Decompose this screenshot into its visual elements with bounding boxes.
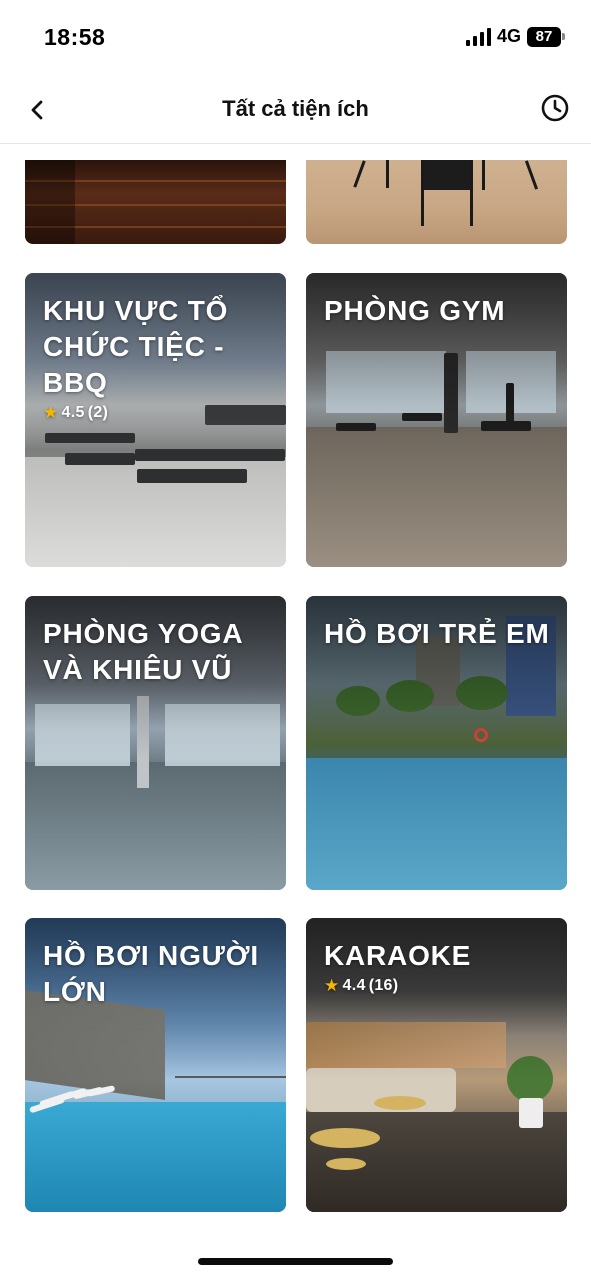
- amenity-card-kids-pool[interactable]: HỒ BƠI TRẺ EM: [306, 596, 567, 890]
- amenity-title-text: KHU VỰC TỔ CHỨC TIỆC - BBQ: [43, 295, 229, 398]
- review-count: (16): [368, 977, 399, 994]
- rating-value: 4.5: [61, 404, 85, 421]
- amenity-title: KHU VỰC TỔ CHỨC TIỆC - BBQ ★ 4.5 (2): [43, 293, 272, 423]
- amenity-title-text: HỒ BƠI TRẺ EM: [324, 618, 550, 649]
- amenity-title: PHÒNG GYM: [324, 293, 553, 329]
- battery-level: 87: [527, 26, 561, 47]
- amenity-rating: ★ 4.5 (2): [43, 403, 272, 423]
- amenity-title: PHÒNG YOGA VÀ KHIÊU VŨ: [43, 616, 272, 688]
- star-icon: ★: [43, 403, 59, 422]
- star-icon: ★: [324, 976, 340, 995]
- amenity-card-bbq[interactable]: KHU VỰC TỔ CHỨC TIỆC - BBQ ★ 4.5 (2): [25, 273, 286, 567]
- amenity-title: KARAOKE ★ 4.4 (16): [324, 938, 553, 996]
- status-time: 18:58: [44, 24, 106, 50]
- nav-header: Tất cả tiện ích: [0, 76, 591, 144]
- amenity-card-partial[interactable]: [306, 160, 567, 244]
- amenity-card-partial[interactable]: [25, 160, 286, 244]
- status-indicators: 4G 87: [465, 26, 565, 47]
- amenity-title: HỒ BƠI TRẺ EM: [324, 616, 553, 652]
- status-bar: 18:58 4G 87: [0, 0, 591, 76]
- amenity-title-text: KARAOKE: [324, 940, 472, 971]
- rating-value: 4.4: [342, 977, 366, 994]
- amenity-card-yoga[interactable]: PHÒNG YOGA VÀ KHIÊU VŨ: [25, 596, 286, 890]
- amenity-card-karaoke[interactable]: KARAOKE ★ 4.4 (16): [306, 918, 567, 1212]
- amenity-title-text: PHÒNG GYM: [324, 295, 506, 326]
- network-type: 4G: [496, 26, 521, 46]
- home-indicator[interactable]: [198, 1258, 393, 1265]
- signal-icon: [465, 27, 491, 46]
- amenity-title: HỒ BƠI NGƯỜI LỚN: [43, 938, 272, 1010]
- amenity-title-text: HỒ BƠI NGƯỜI LỚN: [43, 940, 259, 1007]
- battery-icon: 87: [527, 26, 565, 47]
- page-title: Tất cả tiện ích: [222, 96, 369, 121]
- history-button[interactable]: [539, 92, 571, 124]
- amenity-grid: KHU VỰC TỔ CHỨC TIỆC - BBQ ★ 4.5 (2) PHÒ…: [0, 145, 591, 1240]
- amenity-title-text: PHÒNG YOGA VÀ KHIÊU VŨ: [43, 618, 243, 685]
- review-count: (2): [87, 404, 109, 421]
- amenity-card-gym[interactable]: PHÒNG GYM: [306, 273, 567, 567]
- amenity-card-adult-pool[interactable]: HỒ BƠI NGƯỜI LỚN: [25, 918, 286, 1212]
- clock-icon: [541, 94, 569, 122]
- amenity-rating: ★ 4.4 (16): [324, 976, 553, 996]
